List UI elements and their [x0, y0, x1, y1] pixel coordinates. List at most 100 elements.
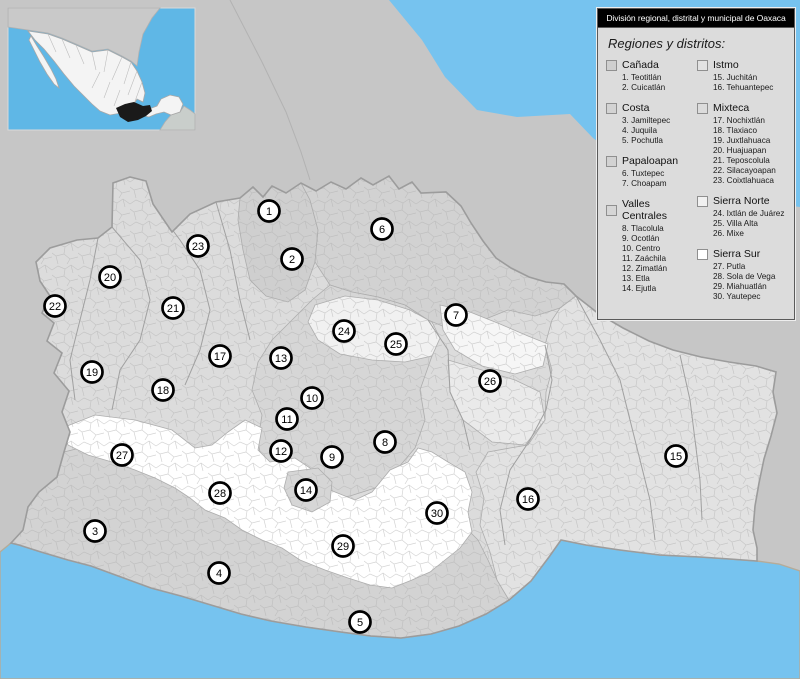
district-legend-item: 26. Mixe [713, 229, 788, 239]
district-marker-5: 5 [350, 612, 371, 633]
district-legend-item: 16. Tehuantepec [713, 83, 788, 93]
district-marker-26: 26 [480, 371, 501, 392]
district-marker-13: 13 [271, 348, 292, 369]
district-legend-item: 17. Nochixtlán [713, 116, 788, 126]
svg-text:26: 26 [484, 376, 496, 388]
region-name: Mixteca [713, 102, 749, 114]
district-marker-1: 1 [259, 201, 280, 222]
district-marker-10: 10 [302, 388, 323, 409]
svg-text:6: 6 [379, 224, 385, 236]
region-swatch-icon [697, 196, 708, 207]
svg-text:10: 10 [306, 393, 318, 405]
district-legend-item: 3. Jamiltepec [622, 116, 697, 126]
district-legend-item: 15. Juchitán [713, 73, 788, 83]
district-legend-item: 12. Zimatlán [622, 264, 697, 274]
legend-panel: División regional, distrital y municipal… [597, 8, 795, 320]
oaxaca-division-map: 1234567891011121314151617181920212223242… [0, 0, 800, 679]
district-marker-30: 30 [427, 503, 448, 524]
region-swatch-icon [606, 156, 617, 167]
svg-text:24: 24 [338, 326, 350, 338]
district-legend-item: 25. Villa Alta [713, 219, 788, 229]
svg-text:4: 4 [216, 568, 222, 580]
legend-body: Regiones y distritos: Cañada 1. Teotitlán… [598, 28, 794, 319]
district-marker-17: 17 [210, 346, 231, 367]
region-header: Costa [606, 102, 697, 114]
district-marker-16: 16 [518, 489, 539, 510]
svg-text:28: 28 [214, 488, 226, 500]
district-legend-item: 23. Coixtlahuaca [713, 176, 788, 186]
district-marker-21: 21 [163, 298, 184, 319]
legend-region-canada: Cañada1. Teotitlán2. Cuicatlán [606, 59, 697, 93]
region-name: Costa [622, 102, 649, 114]
district-legend-item: 29. Miahuatlán [713, 282, 788, 292]
district-marker-2: 2 [282, 249, 303, 270]
legend-columns: Cañada1. Teotitlán2. CuicatlánCosta3. Ja… [606, 59, 788, 311]
district-marker-8: 8 [375, 432, 396, 453]
svg-text:11: 11 [281, 414, 292, 426]
district-marker-19: 19 [82, 362, 103, 383]
district-legend-item: 4. Juquila [622, 126, 697, 136]
district-marker-23: 23 [188, 236, 209, 257]
svg-text:13: 13 [275, 353, 287, 365]
legend-region-valles-centrales: Valles Centrales8. Tlacolula9. Ocotlán10… [606, 198, 697, 294]
svg-text:3: 3 [92, 526, 98, 538]
district-legend-item: 28. Sola de Vega [713, 272, 788, 282]
district-legend-item: 13. Etla [622, 274, 697, 284]
district-marker-29: 29 [333, 536, 354, 557]
region-header: Sierra Sur [697, 248, 788, 260]
svg-text:5: 5 [357, 617, 363, 629]
region-name: Cañada [622, 59, 659, 71]
district-legend-item: 8. Tlacolula [622, 224, 697, 234]
region-swatch-icon [606, 103, 617, 114]
legend-region-sierra-sur: Sierra Sur 27. Putla28. Sola de Vega29. M… [697, 248, 788, 302]
district-legend-item: 27. Putla [713, 262, 788, 272]
svg-text:2: 2 [289, 254, 295, 266]
district-marker-14: 14 [296, 480, 317, 501]
legend-heading: Regiones y distritos: [608, 36, 788, 51]
legend-region-sierra-norte: Sierra Norte 24. Ixtlán de Juárez25. Vill… [697, 195, 788, 239]
district-legend-item: 20. Huajuapan [713, 146, 788, 156]
district-legend-item: 24. Ixtlán de Juárez [713, 209, 788, 219]
district-legend-item: 10. Centro [622, 244, 697, 254]
district-marker-22: 22 [45, 296, 66, 317]
district-marker-15: 15 [666, 446, 687, 467]
district-marker-20: 20 [100, 267, 121, 288]
region-header: Sierra Norte [697, 195, 788, 207]
region-swatch-icon [697, 249, 708, 260]
district-legend-item: 14. Ejutla [622, 284, 697, 294]
svg-text:12: 12 [275, 446, 287, 458]
district-marker-3: 3 [85, 521, 106, 542]
region-swatch-icon [606, 60, 617, 71]
legend-column: Istmo 15. Juchitán16. Tehuantepec Mixteca 1… [697, 59, 788, 311]
legend-title-bar: División regional, distrital y municipal… [598, 9, 794, 28]
region-swatch-icon [697, 103, 708, 114]
svg-text:29: 29 [337, 541, 349, 553]
region-swatch-icon [697, 60, 708, 71]
legend-region-papaloapan: Papaloapan6. Tuxtepec7. Choapam [606, 155, 697, 189]
svg-text:9: 9 [329, 452, 335, 464]
svg-text:25: 25 [390, 339, 402, 351]
svg-text:15: 15 [670, 451, 682, 463]
district-legend-item: 21. Teposcolula [713, 156, 788, 166]
svg-text:23: 23 [192, 241, 204, 253]
region-header: Istmo [697, 59, 788, 71]
svg-text:1: 1 [266, 206, 272, 218]
district-legend-item: 30. Yautepec [713, 292, 788, 302]
svg-text:19: 19 [86, 367, 98, 379]
svg-text:30: 30 [431, 508, 443, 520]
district-legend-item: 5. Pochutla [622, 136, 697, 146]
district-marker-27: 27 [112, 445, 133, 466]
district-marker-28: 28 [210, 483, 231, 504]
region-name: Sierra Sur [713, 248, 760, 260]
region-name: Valles Centrales [622, 198, 697, 222]
svg-text:16: 16 [522, 494, 534, 506]
svg-text:17: 17 [214, 351, 226, 363]
district-legend-item: 19. Juxtlahuaca [713, 136, 788, 146]
svg-text:14: 14 [300, 485, 312, 497]
region-header: Cañada [606, 59, 697, 71]
district-marker-25: 25 [386, 334, 407, 355]
district-legend-item: 1. Teotitlán [622, 73, 697, 83]
district-legend-item: 22. Silacayoapan [713, 166, 788, 176]
svg-text:18: 18 [157, 385, 169, 397]
mexico-locator-inset [8, 8, 195, 130]
